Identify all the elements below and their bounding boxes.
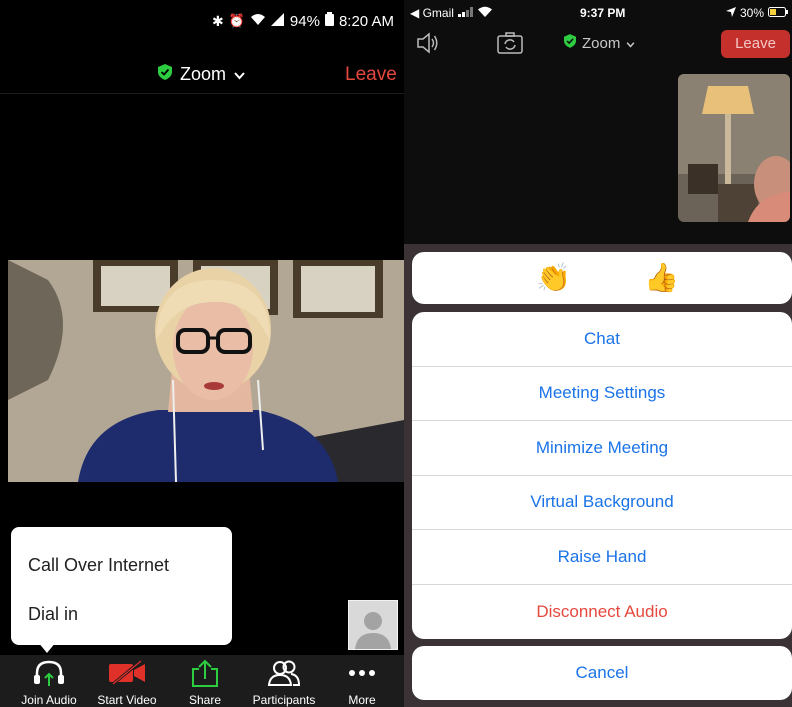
start-video-label: Start Video bbox=[97, 693, 157, 707]
shield-icon bbox=[564, 34, 576, 52]
audio-options-popup: Call Over Internet Dial in bbox=[11, 527, 232, 645]
chat-option[interactable]: Chat bbox=[412, 312, 792, 367]
meeting-title: Zoom bbox=[180, 64, 227, 84]
status-time: 8:20 AM bbox=[338, 12, 394, 30]
android-zoom-screen: ✱ ⏰ 94% 8:20 AM Zoom Leave Call Over Int… bbox=[0, 0, 404, 707]
participants-icon bbox=[246, 655, 322, 691]
share-icon bbox=[176, 655, 234, 691]
meeting-settings-option[interactable]: Meeting Settings bbox=[412, 367, 792, 421]
bluetooth-icon: ✱ bbox=[212, 12, 224, 29]
camera-switch-icon[interactable] bbox=[497, 32, 523, 59]
share-label: Share bbox=[188, 693, 222, 707]
virtual-background-option[interactable]: Virtual Background bbox=[412, 476, 792, 530]
battery-percent: 94% bbox=[289, 12, 320, 30]
signal-icon bbox=[270, 12, 285, 30]
participant-video-thumbnail[interactable] bbox=[678, 74, 790, 222]
participants-button[interactable]: Participants bbox=[246, 655, 322, 707]
battery-icon bbox=[324, 12, 334, 30]
share-button[interactable]: Share bbox=[176, 655, 234, 707]
avatar-placeholder-icon bbox=[355, 612, 391, 649]
ios-zoom-screen: ◀ Gmail 9:37 PM 30% Zoom Leave 👏 👍 Chat … bbox=[404, 0, 792, 707]
alarm-icon: ⏰ bbox=[228, 13, 245, 28]
wifi-icon bbox=[477, 6, 492, 20]
status-bar: ✱ ⏰ 94% 8:20 AM bbox=[0, 0, 404, 40]
wifi-icon bbox=[250, 13, 266, 30]
back-to-app[interactable]: ◀ Gmail bbox=[410, 6, 454, 20]
location-icon bbox=[725, 6, 736, 20]
participant-video bbox=[8, 260, 404, 482]
battery-percent: 30% bbox=[739, 6, 764, 20]
call-over-internet-option[interactable]: Call Over Internet bbox=[28, 555, 169, 576]
video-off-icon bbox=[94, 655, 160, 691]
status-bar: ◀ Gmail 9:37 PM 30% bbox=[404, 0, 792, 24]
raise-hand-option[interactable]: Raise Hand bbox=[412, 530, 792, 585]
self-view-avatar[interactable] bbox=[348, 600, 398, 650]
signal-icon bbox=[457, 6, 474, 20]
meeting-header: Zoom Leave bbox=[0, 40, 404, 94]
join-audio-button[interactable]: Join Audio bbox=[16, 655, 82, 707]
more-button[interactable]: More bbox=[336, 655, 388, 707]
clap-reaction-button[interactable]: 👏 bbox=[536, 260, 571, 296]
start-video-button[interactable]: Start Video bbox=[94, 655, 160, 707]
more-label: More bbox=[348, 693, 376, 707]
thumbs-up-reaction-button[interactable]: 👍 bbox=[644, 260, 679, 296]
meeting-toolbar: Join Audio Start Video Share Participant… bbox=[0, 655, 404, 707]
battery-icon bbox=[768, 6, 788, 20]
chevron-down-icon bbox=[626, 35, 635, 52]
meeting-toolbar: Zoom Leave bbox=[404, 24, 792, 64]
cancel-button[interactable]: Cancel bbox=[412, 646, 792, 700]
meeting-title: Zoom bbox=[582, 34, 621, 52]
leave-button[interactable]: Leave bbox=[721, 30, 790, 58]
disconnect-audio-option[interactable]: Disconnect Audio bbox=[412, 585, 792, 640]
meeting-title-button[interactable]: Zoom bbox=[158, 64, 245, 85]
more-actions-menu: Chat Meeting Settings Minimize Meeting V… bbox=[412, 312, 792, 639]
minimize-meeting-option[interactable]: Minimize Meeting bbox=[412, 421, 792, 476]
leave-button[interactable]: Leave bbox=[345, 64, 397, 86]
dial-in-option[interactable]: Dial in bbox=[28, 604, 78, 625]
more-dots-icon bbox=[336, 655, 388, 691]
join-audio-label: Join Audio bbox=[21, 693, 77, 707]
shield-icon bbox=[158, 64, 172, 85]
chevron-down-icon bbox=[234, 64, 245, 85]
meeting-title-button[interactable]: Zoom bbox=[564, 34, 635, 52]
participants-label: Participants bbox=[252, 693, 316, 707]
popup-pointer bbox=[38, 642, 56, 653]
reactions-bar: 👏 👍 bbox=[412, 252, 792, 304]
speaker-icon[interactable] bbox=[416, 32, 440, 59]
status-time: 9:37 PM bbox=[580, 6, 626, 20]
headphones-icon bbox=[16, 655, 82, 691]
